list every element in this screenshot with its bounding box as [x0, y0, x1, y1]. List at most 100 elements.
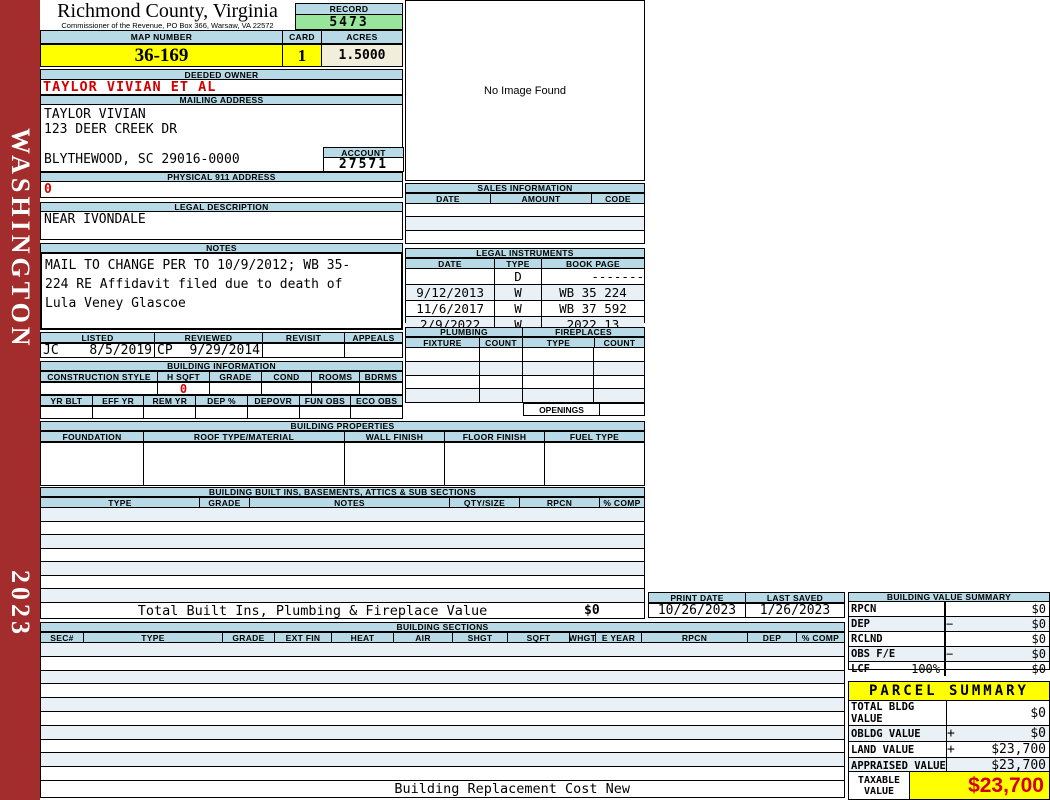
print-date-header: PRINT DATE	[648, 592, 746, 603]
print-info-values: 10/26/2023 1/26/2023	[648, 603, 845, 618]
roof-header: ROOF TYPE/MATERIAL	[144, 431, 345, 442]
li-type: W	[495, 301, 542, 316]
last-saved-value: 1/26/2023	[746, 603, 845, 618]
review-value-row: JC 8/5/2019 CP 9/29/2014	[40, 343, 403, 358]
built-ins-rows	[40, 508, 645, 603]
sales-information-header: SALES INFORMATION	[405, 183, 645, 193]
notes-header: NOTES	[40, 243, 403, 253]
property-image-panel: No Image Found	[405, 0, 645, 181]
taxable-value-label: TAXABLE VALUE	[848, 771, 910, 800]
sidebar-year-label: 2023	[6, 570, 35, 638]
print-info-headers: PRINT DATE LAST SAVED	[648, 592, 845, 603]
empty-row	[41, 767, 844, 780]
mailing-line: TAYLOR VIVIAN	[44, 107, 146, 122]
taxable-value-amount: $23,700	[910, 771, 1050, 800]
empty-row	[41, 698, 844, 712]
rooms-header: ROOMS	[312, 371, 360, 382]
whgt-header: WHGT	[568, 632, 597, 643]
built-ins-header: BUILDING BUILT INS, BASEMENTS, ATTICS & …	[40, 487, 645, 497]
dep-header: DEP	[748, 632, 797, 643]
fuel-type-value	[545, 442, 645, 486]
notes-line: Lula Veney Glascoe	[45, 296, 186, 311]
bi-qty-header: QTY/SIZE	[450, 497, 520, 508]
empty-row	[41, 522, 644, 536]
physical-address-header: PHYSICAL 911 ADDRESS	[40, 172, 403, 182]
parcel-op: +	[947, 742, 955, 757]
building-info-row2-values	[40, 406, 404, 419]
bvs-value: $0	[1031, 647, 1046, 661]
sales-rows	[405, 204, 645, 244]
taxable-value-row: TAXABLE VALUE $23,700	[848, 771, 1050, 800]
parcel-op: +	[947, 726, 955, 741]
construction-style-header: CONSTRUCTION STYLE	[40, 371, 158, 382]
summary-row: RPCN $0	[849, 602, 1049, 617]
bvs-label: LCF	[851, 663, 870, 675]
acres-value: 1.5000	[322, 44, 403, 67]
fireplace-count-header: COUNT	[595, 337, 645, 348]
roof-value	[144, 442, 345, 486]
sec-header: SEC#	[40, 632, 84, 643]
bvs-value: $0	[1031, 662, 1046, 676]
empty-row	[41, 562, 644, 576]
no-image-message: No Image Found	[484, 84, 566, 97]
map-value-row: 36-169 1 1.5000	[40, 44, 403, 67]
empty-row	[41, 725, 844, 740]
building-sections-rows	[40, 643, 845, 781]
cond-header: COND	[262, 371, 312, 382]
listed-value: JC 8/5/2019	[40, 343, 155, 358]
reviewed-value: CP 9/29/2014	[155, 343, 263, 358]
sales-code-header: CODE	[592, 193, 645, 204]
foundation-value	[40, 442, 144, 486]
bdrms-value	[360, 382, 403, 395]
legal-instruments-col-headers: DATE TYPE BOOK PAGE	[405, 258, 645, 269]
parcel-summary-header: PARCEL SUMMARY	[848, 681, 1050, 701]
li-date	[406, 269, 496, 284]
parcel-value: $0	[1030, 705, 1046, 721]
reviewed-initials: CP	[157, 343, 173, 358]
grade-header: GRADE	[210, 371, 262, 382]
built-ins-col-headers: TYPE GRADE NOTES QTY/SIZE RPCN % COMP	[40, 497, 645, 508]
empty-row	[406, 217, 644, 231]
sales-col-headers: DATE AMOUNT CODE	[405, 193, 645, 204]
bvs-label: DEP	[851, 618, 870, 630]
li-bookpage: WB 35 224	[559, 285, 627, 300]
building-sections-header: BUILDING SECTIONS	[40, 622, 845, 632]
fireplaces-header: FIREPLACES	[523, 327, 645, 337]
air-header: AIR	[394, 632, 453, 643]
summary-row: DEP − $0	[849, 617, 1049, 632]
account-value: 27571	[323, 157, 404, 172]
hsqft-value: 0	[158, 382, 210, 395]
plumbing-count-header: COUNT	[480, 337, 523, 348]
fixture-header: FIXTURE	[405, 337, 480, 348]
building-information-header: BUILDING INFORMATION	[40, 361, 403, 371]
plumbing-fireplaces-rows	[405, 348, 645, 403]
account-box: ACCOUNT 27571	[323, 147, 404, 172]
empty-row	[406, 204, 644, 218]
bi-rpcn-header: RPCN	[520, 497, 600, 508]
empty-row	[406, 348, 644, 362]
type-header: TYPE	[84, 632, 223, 643]
deeded-owner-value: TAYLOR VIVIAN ET AL	[40, 80, 403, 95]
summary-row: OBS F/E − $0	[849, 647, 1049, 662]
bvs-op: −	[946, 617, 954, 631]
floor-finish-value	[445, 442, 545, 486]
listed-header: LISTED	[40, 332, 155, 343]
building-info-row2-headers: YR BLT EFF YR REM YR DEP % DEPOVR FUN OB…	[40, 395, 404, 406]
bvs-value: $0	[1031, 632, 1046, 646]
comp-header: % COMP	[797, 632, 845, 643]
parcel-summary-rows: TOTAL BLDG VALUE $0 OBLDG VALUE + $0 LAND…	[848, 701, 1050, 789]
notes-block: MAIL TO CHANGE PER TO 10/9/2012; WB 35- …	[40, 253, 403, 330]
wall-finish-value	[345, 442, 445, 486]
parcel-row: LAND VALUE + $23,700	[849, 742, 1049, 758]
bvs-value: $0	[1031, 602, 1046, 616]
plumbing-header: PLUMBING	[405, 327, 523, 337]
sales-date-header: DATE	[405, 193, 491, 204]
empty-row	[41, 643, 844, 657]
openings-value	[600, 403, 645, 416]
bvs-value: $0	[1031, 617, 1046, 631]
building-replacement-label: Building Replacement Cost New	[394, 781, 631, 797]
li-type-header: TYPE	[495, 258, 542, 269]
bvs-op: −	[946, 647, 954, 661]
fireplace-type-header: TYPE	[523, 337, 595, 348]
mailing-line: 123 DEER CREEK DR	[44, 122, 178, 137]
